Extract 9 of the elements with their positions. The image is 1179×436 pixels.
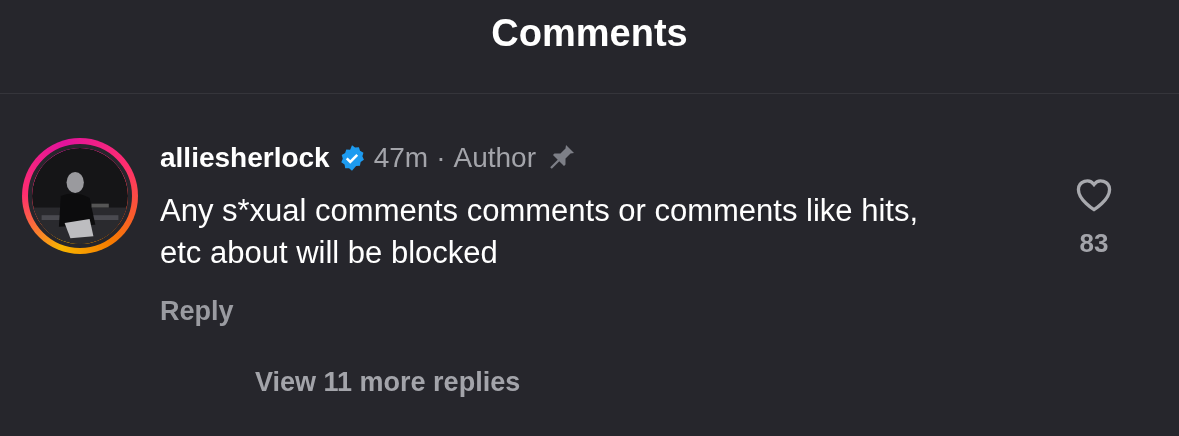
author-label: Author <box>453 142 536 174</box>
view-replies-link[interactable]: View 11 more replies <box>255 367 521 398</box>
like-count: 83 <box>1079 228 1109 259</box>
comment-time: 47m <box>373 142 429 174</box>
reply-button[interactable]: Reply <box>160 296 234 327</box>
header-title: Comments <box>491 12 688 55</box>
username: alliesherlock <box>160 142 330 174</box>
comment-text: Any s*xual comments comments or comments like hits, etc about will be blocked <box>160 192 920 272</box>
separator-dot: · <box>436 142 446 174</box>
